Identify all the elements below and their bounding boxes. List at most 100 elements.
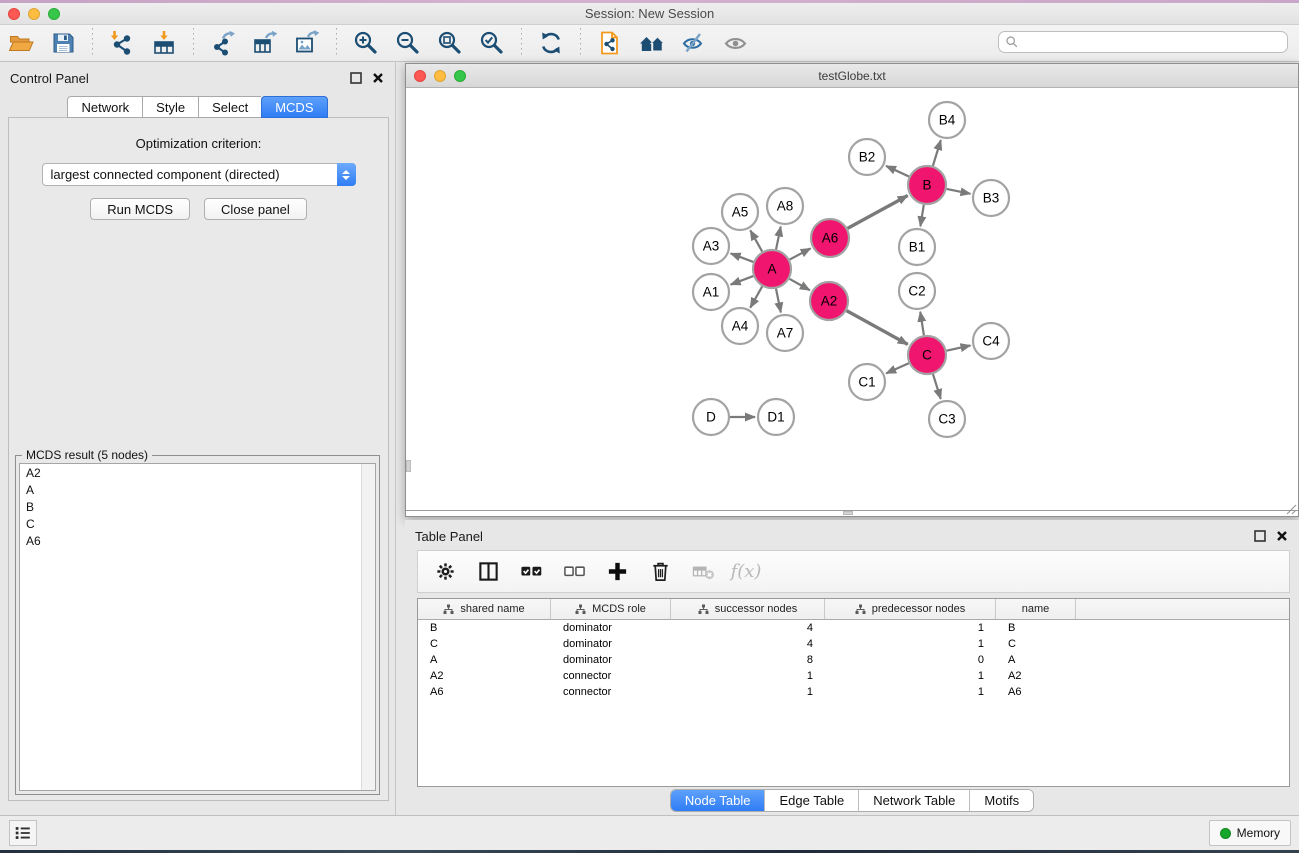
column-header-name[interactable]: name — [996, 599, 1076, 619]
table-row-C[interactable]: Cdominator41C — [418, 636, 1289, 652]
cell-successor-nodes[interactable]: 1 — [671, 686, 825, 698]
result-list-item[interactable]: A — [20, 481, 375, 498]
search-field[interactable] — [998, 31, 1288, 53]
cell-name[interactable]: A6 — [996, 686, 1076, 698]
node-C2[interactable]: C2 — [899, 273, 935, 309]
delete-column-icon[interactable] — [647, 559, 673, 585]
node-B1[interactable]: B1 — [899, 229, 935, 265]
cell-name[interactable]: A — [996, 654, 1076, 666]
tab-style[interactable]: Style — [142, 96, 198, 118]
node-B[interactable]: B — [908, 166, 946, 204]
cell-successor-nodes[interactable]: 4 — [671, 638, 825, 650]
float-panel-icon[interactable] — [348, 71, 363, 86]
cell-name[interactable]: A2 — [996, 670, 1076, 682]
edge-A-A5[interactable] — [750, 230, 762, 251]
edge-B-B2[interactable] — [886, 166, 909, 177]
edge-A6-B[interactable] — [848, 196, 908, 229]
cell-MCDS-role[interactable]: connector — [551, 670, 671, 682]
edge-A-A4[interactable] — [750, 286, 762, 307]
zoom-selected-icon[interactable] — [477, 29, 507, 57]
network-window-titlebar[interactable]: testGlobe.txt — [406, 64, 1298, 88]
node-B3[interactable]: B3 — [973, 180, 1009, 216]
show-selected-eye-icon[interactable] — [721, 29, 751, 57]
edge-C-C3[interactable] — [933, 374, 941, 399]
cell-name[interactable]: C — [996, 638, 1076, 650]
hide-selected-eye-icon[interactable] — [679, 29, 709, 57]
edge-A-A8[interactable] — [776, 227, 781, 250]
result-list-item[interactable]: C — [20, 515, 375, 532]
resize-grip-icon[interactable] — [1285, 503, 1297, 515]
result-list-item[interactable]: B — [20, 498, 375, 515]
node-C4[interactable]: C4 — [973, 323, 1009, 359]
cell-successor-nodes[interactable]: 4 — [671, 622, 825, 634]
run-mcds-button[interactable]: Run MCDS — [90, 198, 190, 220]
tab-network[interactable]: Network — [67, 96, 142, 118]
tab-mcds[interactable]: MCDS — [261, 96, 327, 118]
table-row-A[interactable]: Adominator80A — [418, 652, 1289, 668]
close-panel-icon[interactable] — [370, 71, 385, 86]
node-B4[interactable]: B4 — [929, 102, 965, 138]
vertical-scrollbar-thumb[interactable] — [406, 460, 411, 472]
column-header-MCDS-role[interactable]: MCDS role — [551, 599, 671, 619]
cell-predecessor-nodes[interactable]: 1 — [825, 638, 996, 650]
open-file-icon[interactable] — [6, 29, 36, 57]
node-table[interactable]: shared nameMCDS rolesuccessor nodesprede… — [417, 598, 1290, 787]
cell-successor-nodes[interactable]: 1 — [671, 670, 825, 682]
import-table-icon[interactable] — [149, 29, 179, 57]
table-float-panel-icon[interactable] — [1252, 529, 1267, 544]
node-A6[interactable]: A6 — [811, 219, 849, 257]
node-A5[interactable]: A5 — [722, 194, 758, 230]
table-row-A6[interactable]: A6connector11A6 — [418, 684, 1289, 700]
cell-predecessor-nodes[interactable]: 1 — [825, 622, 996, 634]
cell-successor-nodes[interactable]: 8 — [671, 654, 825, 666]
node-D[interactable]: D — [693, 399, 729, 435]
zoom-fit-icon[interactable] — [435, 29, 465, 57]
deselect-all-columns-icon[interactable] — [561, 559, 587, 585]
criterion-dropdown[interactable]: largest connected component (directed) — [42, 163, 356, 186]
node-A2[interactable]: A2 — [810, 282, 848, 320]
edge-C-C1[interactable] — [886, 363, 909, 373]
save-session-icon[interactable] — [48, 29, 78, 57]
edge-B-B4[interactable] — [933, 140, 941, 166]
node-A[interactable]: A — [753, 250, 791, 288]
tab-select[interactable]: Select — [198, 96, 261, 118]
cell-shared-name[interactable]: A — [418, 654, 551, 666]
table-row-A2[interactable]: A2connector11A2 — [418, 668, 1289, 684]
mcds-result-list[interactable]: A2ABCA6 — [19, 463, 376, 791]
edge-A2-C[interactable] — [847, 311, 908, 345]
cell-MCDS-role[interactable]: dominator — [551, 654, 671, 666]
column-header-successor-nodes[interactable]: successor nodes — [671, 599, 825, 619]
tab-node-table[interactable]: Node Table — [671, 790, 766, 811]
edge-A-A3[interactable] — [731, 253, 754, 262]
tab-edge-table[interactable]: Edge Table — [765, 790, 859, 811]
node-A8[interactable]: A8 — [767, 188, 803, 224]
task-history-button[interactable] — [9, 820, 37, 846]
cell-shared-name[interactable]: B — [418, 622, 551, 634]
export-image-icon[interactable] — [292, 29, 322, 57]
tab-network-table[interactable]: Network Table — [859, 790, 970, 811]
add-column-icon[interactable] — [604, 559, 630, 585]
network-canvas[interactable]: B4B2BB3A5A8A6B1A3AC2A1A2A4A7C4CC1C3DD1 — [406, 88, 1298, 511]
node-A1[interactable]: A1 — [693, 274, 729, 310]
result-list-item[interactable]: A2 — [20, 464, 375, 481]
node-A4[interactable]: A4 — [722, 308, 758, 344]
node-C1[interactable]: C1 — [849, 364, 885, 400]
edge-A-A6[interactable] — [790, 248, 811, 259]
cell-shared-name[interactable]: A2 — [418, 670, 551, 682]
edge-C-C2[interactable] — [920, 312, 924, 335]
export-table-icon[interactable] — [250, 29, 280, 57]
tab-motifs[interactable]: Motifs — [970, 790, 1033, 811]
memory-button[interactable]: Memory — [1209, 820, 1291, 846]
edge-B-B1[interactable] — [920, 205, 923, 227]
zoom-out-icon[interactable] — [393, 29, 423, 57]
edge-A-A1[interactable] — [731, 276, 754, 285]
cell-name[interactable]: B — [996, 622, 1076, 634]
cell-shared-name[interactable]: C — [418, 638, 551, 650]
node-B2[interactable]: B2 — [849, 139, 885, 175]
cell-predecessor-nodes[interactable]: 1 — [825, 670, 996, 682]
node-A7[interactable]: A7 — [767, 315, 803, 351]
cell-shared-name[interactable]: A6 — [418, 686, 551, 698]
show-networks-home-icon[interactable] — [637, 29, 667, 57]
node-C3[interactable]: C3 — [929, 401, 965, 437]
cell-predecessor-nodes[interactable]: 1 — [825, 686, 996, 698]
